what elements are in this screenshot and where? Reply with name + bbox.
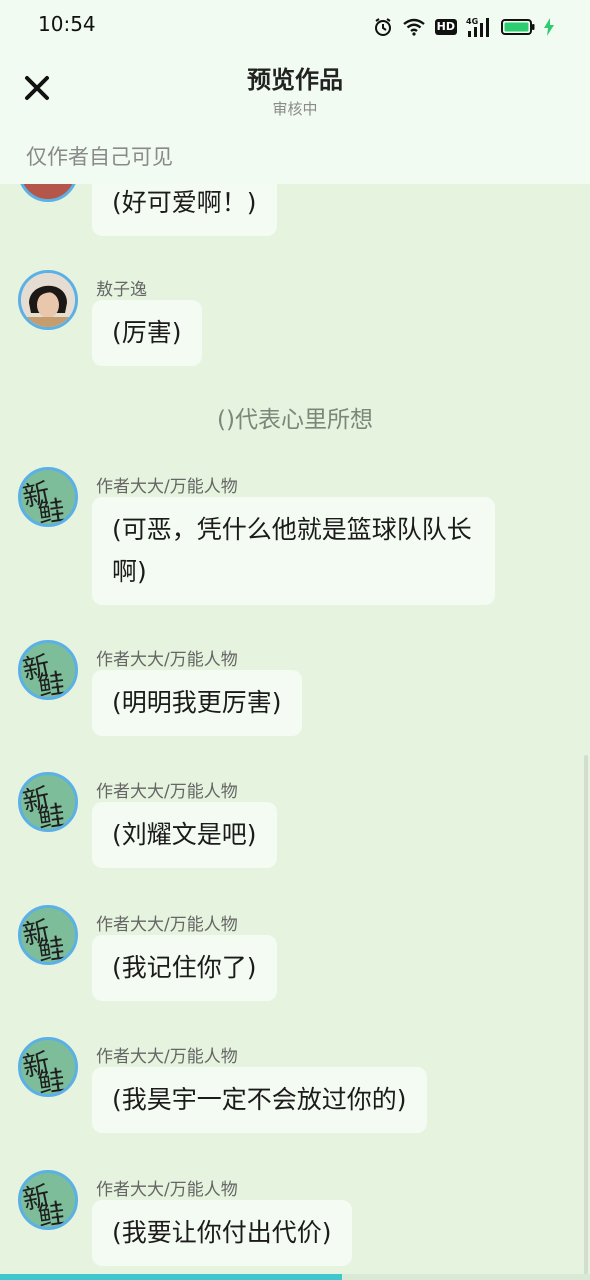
avatar[interactable]: 新 鲑 <box>18 1037 78 1097</box>
message-bubble[interactable]: (厉害) <box>92 300 202 366</box>
sender-name: 作者大大/万能人物 <box>96 915 238 935</box>
alarm-icon <box>374 18 391 36</box>
avatar[interactable]: 新 鲑 <box>18 1170 78 1230</box>
sender-name: 敖子逸 <box>96 280 147 300</box>
status-time: 10:54 <box>38 12 96 36</box>
avatar[interactable]: 新 鲑 <box>18 772 78 832</box>
chat-list[interactable]: (好可爱啊！) 敖子逸 (厉害) ()代表心里所想 新 鲑 作者大大/万能人物 … <box>0 0 590 1280</box>
signal-4g-icon: 4G <box>466 17 489 37</box>
hd-icon: HD <box>434 19 457 35</box>
battery-icon <box>501 19 535 35</box>
avatar-text: 鲑 <box>35 1198 68 1230</box>
network-label: 4G <box>466 17 478 26</box>
sender-name: 作者大大/万能人物 <box>96 1180 238 1200</box>
page-subtitle: 审核中 <box>272 100 318 118</box>
message-bubble[interactable]: (刘耀文是吧) <box>92 802 277 868</box>
page-title: 预览作品 <box>247 66 343 94</box>
message-bubble[interactable]: (可恶，凭什么他就是篮球队队长啊) <box>92 497 495 605</box>
message-bubble[interactable]: (我记住你了) <box>92 935 277 1001</box>
avatar[interactable]: 新 鲑 <box>18 640 78 700</box>
avatar[interactable]: 新 鲑 <box>18 905 78 965</box>
avatar-text: 鲑 <box>35 800 68 832</box>
sender-name: 作者大大/万能人物 <box>96 650 238 670</box>
sender-name: 作者大大/万能人物 <box>96 1047 238 1067</box>
avatar-photo-icon <box>21 273 75 327</box>
avatar-text: 鲑 <box>35 933 68 965</box>
avatar-text: 鲑 <box>35 495 68 527</box>
message-bubble[interactable]: (明明我更厉害) <box>92 670 302 736</box>
charging-icon <box>544 18 554 36</box>
status-bar: 10:54 HD 4G <box>0 0 590 52</box>
avatar-text: 鲑 <box>35 668 68 700</box>
header: 10:54 HD 4G 预览作品 审核中 仅作者自己可见 <box>0 0 590 184</box>
avatar[interactable] <box>18 270 78 330</box>
wifi-icon <box>402 18 425 36</box>
sender-name: 作者大大/万能人物 <box>96 477 238 497</box>
scrollbar[interactable] <box>584 755 588 1275</box>
narration-text: ()代表心里所想 <box>217 407 373 433</box>
progress-fill <box>0 1274 343 1280</box>
progress-bar <box>0 1274 590 1280</box>
message-bubble[interactable]: (我昊宇一定不会放过你的) <box>92 1067 427 1133</box>
message-bubble[interactable]: (我要让你付出代价) <box>92 1200 352 1266</box>
visibility-notice: 仅作者自己可见 <box>26 145 173 169</box>
avatar-text: 鲑 <box>35 1065 68 1097</box>
sender-name: 作者大大/万能人物 <box>96 782 238 802</box>
avatar[interactable]: 新 鲑 <box>18 467 78 527</box>
status-icons: HD 4G <box>373 16 554 38</box>
